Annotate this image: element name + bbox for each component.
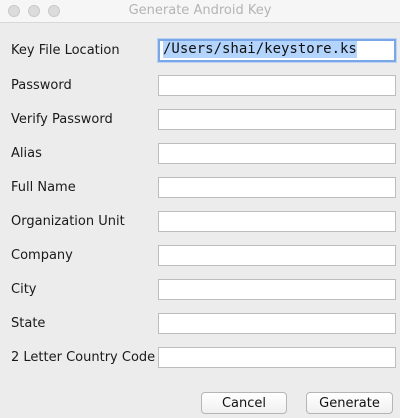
cancel-button[interactable]: Cancel (201, 392, 287, 414)
company-label: Company (11, 248, 73, 263)
generate-button[interactable]: Generate (306, 392, 393, 414)
verify-password-label: Verify Password (11, 112, 113, 127)
state-label: State (11, 316, 46, 331)
organization-unit-label: Organization Unit (11, 214, 125, 229)
organization-unit-input[interactable] (158, 211, 396, 232)
verify-password-input[interactable] (158, 109, 396, 130)
country-code-row: 2 Letter Country Code (0, 347, 400, 369)
alias-label: Alias (11, 146, 42, 161)
company-input[interactable] (158, 245, 396, 266)
key-file-location-label: Key File Location (11, 43, 120, 58)
key-file-location-input[interactable]: /Users/shai/keystore.ks (158, 39, 396, 62)
organization-unit-row: Organization Unit (0, 211, 400, 233)
key-file-location-value: /Users/shai/keystore.ks (163, 41, 357, 58)
full-name-input[interactable] (158, 177, 396, 198)
full-name-label: Full Name (11, 180, 76, 195)
alias-row: Alias (0, 143, 400, 165)
city-input[interactable] (158, 279, 396, 300)
password-label: Password (11, 78, 72, 93)
title-bar: Generate Android Key (0, 0, 400, 23)
full-name-row: Full Name (0, 177, 400, 199)
verify-password-row: Verify Password (0, 109, 400, 131)
country-code-input[interactable] (158, 347, 396, 368)
password-input[interactable] (158, 75, 396, 96)
key-file-location-row: Key File Location /Users/shai/keystore.k… (0, 39, 400, 62)
city-label: City (11, 282, 37, 297)
country-code-label: 2 Letter Country Code (11, 350, 156, 365)
window-title: Generate Android Key (128, 3, 272, 18)
password-row: Password (0, 75, 400, 97)
state-input[interactable] (158, 313, 396, 334)
city-row: City (0, 279, 400, 301)
alias-input[interactable] (158, 143, 396, 164)
company-row: Company (0, 245, 400, 267)
state-row: State (0, 313, 400, 335)
